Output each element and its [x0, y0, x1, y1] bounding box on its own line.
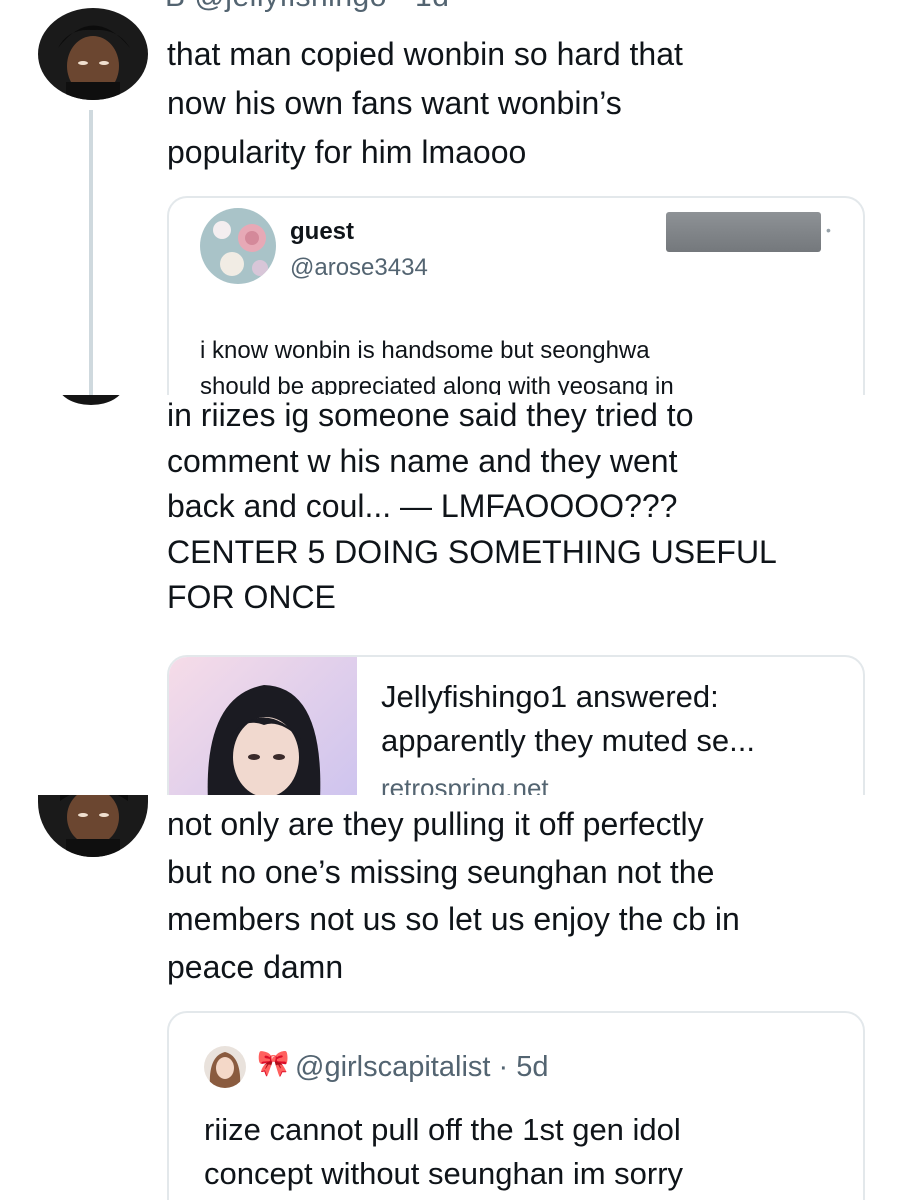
link-title-line: Jellyfishingo1 answered:: [381, 679, 719, 714]
tweet-line: members not us so let us enjoy the cb in: [167, 901, 740, 937]
quoted-tweet-card[interactable]: guest @arose3434 • i know wonbin is hand…: [167, 196, 865, 395]
tweet-text: that man copied wonbin so hard that now …: [167, 30, 683, 177]
quote-line: riize cannot pull off the 1st gen idol: [204, 1112, 681, 1147]
link-card-domain: retrospring.net: [381, 773, 549, 795]
quote-author-handle[interactable]: @girlscapitalist: [295, 1051, 490, 1083]
avatar-cut: [58, 395, 124, 405]
thread-line: [89, 110, 93, 395]
tweet-panel-3: not only are they pulling it off perfect…: [0, 795, 900, 1200]
quote-avatar: [200, 208, 276, 284]
avatar[interactable]: [38, 8, 148, 100]
quote-author-handle: @arose3434: [290, 254, 428, 281]
quote-line: concept without seunghan im sorry: [204, 1156, 684, 1191]
tweet-line: in riizes ig someone said they tried to: [167, 397, 694, 433]
redacted-bar: [666, 212, 821, 252]
tweet-line: FOR ONCE: [167, 579, 336, 616]
quote-timestamp: · 5d: [498, 1051, 549, 1083]
quoted-tweet-card[interactable]: 🎀 @girlscapitalist · 5d riize cannot pul…: [167, 1011, 865, 1200]
tweet-line: CENTER 5 DOING SOMETHING USEFUL: [167, 533, 777, 570]
tweet-line: now his own fans want wonbin’s: [167, 85, 622, 121]
quote-header: @girlscapitalist · 5d: [295, 1051, 549, 1084]
link-card-title: Jellyfishingo1 answered: apparently they…: [381, 675, 755, 763]
link-preview-card[interactable]: Jellyfishingo1 answered: apparently they…: [167, 655, 865, 795]
tweet-line: but no one’s missing seunghan not the: [167, 853, 715, 890]
link-thumbnail: [169, 657, 357, 795]
quote-author-name: guest: [290, 218, 355, 245]
quote-body: riize cannot pull off the 1st gen idol c…: [204, 1108, 683, 1196]
avatar-image: [38, 795, 148, 857]
link-title-line: apparently they muted se...: [381, 723, 755, 758]
tweet-line: popularity for him lmaooo: [167, 134, 527, 170]
quote-line: should be appreciated along with yeosang…: [200, 373, 674, 395]
quote-avatar-image: [204, 1046, 246, 1088]
dot-icon: •: [826, 222, 831, 238]
tweet-line: peace damn: [167, 948, 344, 985]
ribbon-emoji-icon: 🎀: [257, 1049, 290, 1079]
tweet-header-cut: B @jellyfishingo · 1d: [165, 0, 449, 14]
flower-avatar-image: [200, 208, 276, 284]
tweet-line: comment w his name and they went: [167, 442, 678, 479]
link-thumbnail-image: [169, 657, 357, 795]
tweet-panel-1: B @jellyfishingo · 1d that man copied wo…: [0, 0, 900, 395]
tweet-text: not only are they pulling it off perfect…: [167, 801, 740, 991]
tweet-line: not only are they pulling it off perfect…: [167, 806, 704, 842]
avatar[interactable]: [38, 795, 148, 857]
quote-body: i know wonbin is handsome but seonghwa s…: [200, 333, 674, 395]
quote-line: i know wonbin is handsome but seonghwa: [200, 337, 650, 364]
tweet-line: that man copied wonbin so hard that: [167, 36, 683, 72]
quote-avatar: [204, 1046, 246, 1088]
tweet-text: in riizes ig someone said they tried to …: [167, 395, 777, 621]
tweet-panel-2: in riizes ig someone said they tried to …: [0, 395, 900, 795]
avatar-image: [38, 8, 148, 100]
tweet-line: back and coul... — LMFAOOOO???: [167, 488, 678, 525]
